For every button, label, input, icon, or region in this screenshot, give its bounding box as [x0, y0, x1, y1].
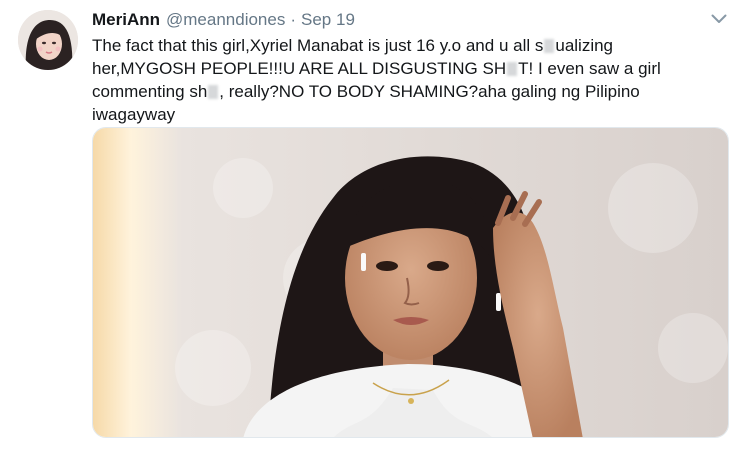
tweet-text: The fact that this girl,Xyriel Manabat i…: [92, 34, 702, 126]
censor-blur: [507, 62, 518, 76]
censor-blur: [208, 85, 219, 99]
text-segment: The fact that this girl,Xyriel Manabat i…: [92, 36, 544, 55]
avatar-image: [18, 10, 78, 70]
tweet-text-line-3: commenting sh , really?NO TO BODY SHAMING…: [92, 80, 702, 103]
tweet: MeriAnn @meanndiones · Sep 19 The fact t…: [0, 0, 750, 450]
user-handle[interactable]: @meanndiones: [166, 10, 285, 30]
avatar[interactable]: [18, 10, 78, 70]
text-segment: T! I even saw a girl: [518, 59, 661, 78]
timestamp[interactable]: Sep 19: [301, 10, 355, 30]
display-name[interactable]: MeriAnn: [92, 10, 160, 30]
separator-dot: ·: [290, 10, 297, 29]
tweet-text-line-4: iwagayway: [92, 105, 176, 124]
tweet-text-line-1: The fact that this girl,Xyriel Manabat i…: [92, 34, 702, 57]
chevron-down-icon: [711, 14, 727, 23]
more-options-button[interactable]: [706, 8, 732, 30]
tweet-header: MeriAnn @meanndiones · Sep 19: [92, 10, 355, 32]
text-segment: ualizing: [555, 36, 614, 55]
text-segment: , really?NO TO BODY SHAMING?aha galing n…: [219, 82, 640, 101]
tweet-text-line-2: her,MYGOSH PEOPLE!!!U ARE ALL DISGUSTING…: [92, 57, 702, 80]
photo-image: [93, 128, 728, 437]
text-segment: commenting sh: [92, 82, 208, 101]
text-segment: her,MYGOSH PEOPLE!!!U ARE ALL DISGUSTING…: [92, 59, 507, 78]
censor-blur: [544, 39, 555, 53]
tweet-media-photo[interactable]: [92, 127, 729, 438]
